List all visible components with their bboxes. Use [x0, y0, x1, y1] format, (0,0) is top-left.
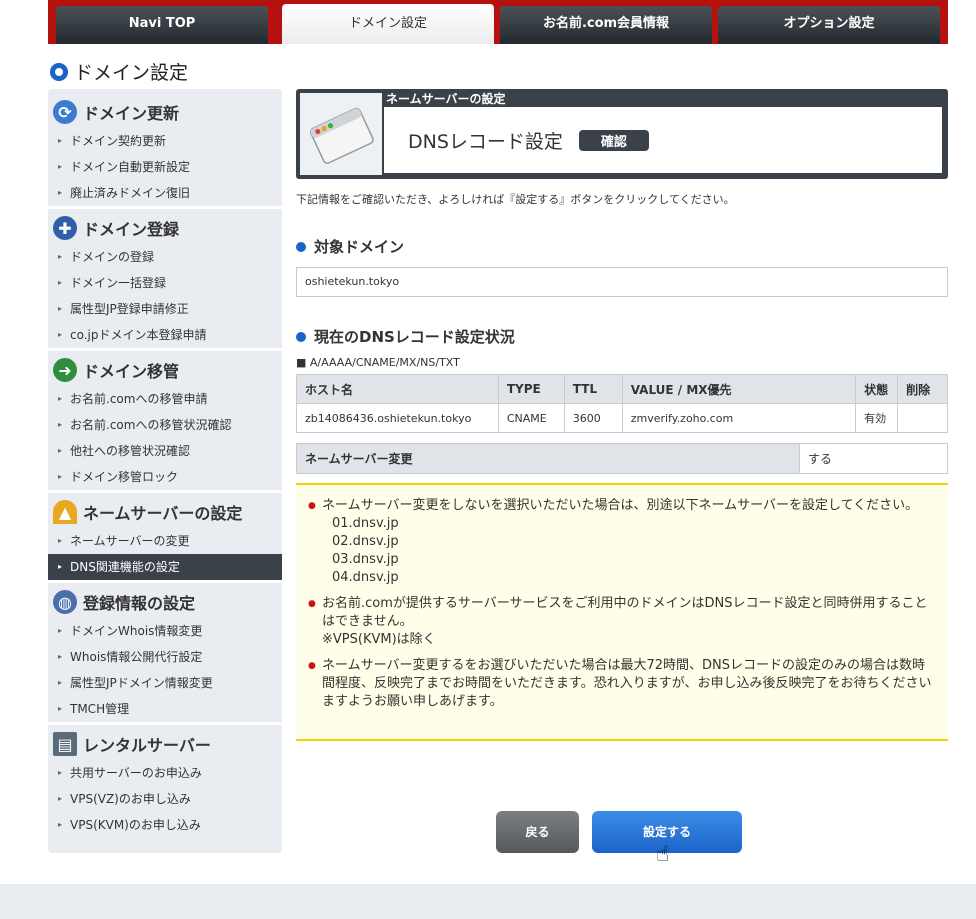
header-title: DNSレコード設定 [408, 130, 563, 153]
tab-member-info[interactable]: お名前.com会員情報 [500, 6, 712, 44]
section-title: ドメイン移管 [83, 362, 180, 381]
back-button[interactable]: 戻る [496, 811, 579, 853]
sidebar-item-vps-vz[interactable]: VPS(VZ)のお申し込み [48, 786, 282, 812]
server-icon: ▤ [53, 732, 77, 756]
plus-icon: ✚ [53, 216, 77, 240]
section-title: ネームサーバーの設定 [83, 504, 243, 523]
notice-note: ※VPS(KVM)は除く [322, 632, 436, 647]
tab-option-settings[interactable]: オプション設定 [718, 6, 940, 44]
sidebar-item-restore[interactable]: 廃止済みドメイン復旧 [48, 180, 282, 206]
sidebar-item-whois-proxy[interactable]: Whois情報公開代行設定 [48, 644, 282, 670]
page-title-text: ドメイン設定 [74, 62, 189, 84]
dns-status-heading: 現在のDNSレコード設定状況 [296, 326, 515, 347]
sidebar-item-transfer-status[interactable]: お名前.comへの移管状況確認 [48, 412, 282, 438]
sidebar-item-whois-change[interactable]: ドメインWhois情報変更 [48, 618, 282, 644]
notice-item: お名前.comが提供するサーバーサービスをご利用中のドメインはDNSレコード設定… [308, 595, 936, 649]
column-header: VALUE / MX優先 [621, 374, 857, 404]
notice-text: ネームサーバー変更するをお選びいただいた場合は最大72時間、DNSレコードの設定… [322, 658, 932, 709]
target-domain-heading: 対象ドメイン [296, 236, 404, 257]
nameserver-line: 04.dnsv.jp [332, 570, 399, 585]
top-nav: Navi TOP ドメイン設定 お名前.com会員情報 オプション設定 [48, 0, 948, 44]
footer [0, 884, 976, 919]
sidebar-item-auto-renewal[interactable]: ドメイン自動更新設定 [48, 154, 282, 180]
sidebar-section-nameserver: ▲ ネームサーバーの設定 [48, 493, 282, 531]
header-subtitle: ネームサーバーの設定 [386, 92, 506, 106]
sidebar-item-contract-renewal[interactable]: ドメイン契約更新 [48, 128, 282, 154]
sidebar-item-register[interactable]: ドメインの登録 [48, 244, 282, 270]
tab-navi-top[interactable]: Navi TOP [56, 6, 268, 44]
section-title: レンタルサーバー [83, 736, 211, 755]
heading-text: 現在のDNSレコード設定状況 [314, 328, 515, 346]
transfer-globe-icon: ➜ [53, 358, 77, 382]
table-header-row: ホスト名 TYPE TTL VALUE / MX優先 状態 削除 [296, 374, 948, 404]
title-bullet-icon [50, 62, 68, 81]
nameserver-line: 01.dnsv.jp [332, 516, 399, 531]
nameserver-line: 03.dnsv.jp [332, 552, 399, 567]
sidebar-item-bulk-register[interactable]: ドメイン一括登録 [48, 270, 282, 296]
bullet-icon [296, 331, 306, 342]
window-icon [300, 93, 382, 175]
table-row: ネームサーバー変更 する [296, 443, 948, 474]
column-header: 削除 [897, 374, 948, 404]
tab-domain-settings[interactable]: ドメイン設定 [282, 4, 494, 44]
sidebar-section-rental: ▤ レンタルサーバー [48, 725, 282, 763]
sidebar-item-transfer-in[interactable]: お名前.comへの移管申請 [48, 386, 282, 412]
target-domain-value: oshietekun.tokyo [296, 267, 948, 297]
column-header: TYPE [497, 374, 565, 404]
sidebar: ⟳ ドメイン更新 ドメイン契約更新 ドメイン自動更新設定 廃止済みドメイン復旧 … [48, 89, 282, 853]
sidebar-item-transfer-lock[interactable]: ドメイン移管ロック [48, 464, 282, 490]
sidebar-section-renewal: ⟳ ドメイン更新 [48, 93, 282, 131]
ns-change-label: ネームサーバー変更 [296, 443, 800, 474]
column-header: ホスト名 [296, 374, 499, 404]
sidebar-section-registration: ✚ ドメイン登録 [48, 209, 282, 247]
heading-text: 対象ドメイン [314, 238, 405, 256]
sidebar-section-transfer: ➜ ドメイン移管 [48, 351, 282, 389]
sidebar-item-ns-change[interactable]: ネームサーバーの変更 [48, 528, 282, 554]
sidebar-item-tmch[interactable]: TMCH管理 [48, 696, 282, 722]
dns-record-table: ホスト名 TYPE TTL VALUE / MX優先 状態 削除 zb14086… [296, 374, 948, 433]
table-row: zb14086436.oshietekun.tokyo CNAME 3600 z… [296, 403, 948, 433]
hand-cursor-icon: ☝ [656, 842, 670, 867]
ns-change-value: する [799, 443, 948, 474]
column-header: 状態 [855, 374, 899, 404]
notice-text: ネームサーバー変更をしないを選択いただいた場合は、別途以下ネームサーバーを設定し… [322, 498, 919, 513]
record-types-label: ■ A/AAAA/CNAME/MX/NS/TXT [296, 356, 460, 369]
notice-text: お名前.comが提供するサーバーサービスをご利用中のドメインはDNSレコード設定… [322, 596, 928, 629]
section-title: ドメイン登録 [83, 220, 180, 239]
sidebar-item-transfer-out[interactable]: 他社への移管状況確認 [48, 438, 282, 464]
section-header: ネームサーバーの設定 DNSレコード設定 確認 [296, 89, 948, 179]
notice-box: ネームサーバー変更をしないを選択いただいた場合は、別途以下ネームサーバーを設定し… [296, 483, 948, 741]
sidebar-section-info: ◍ 登録情報の設定 [48, 583, 282, 621]
sidebar-item-cojp[interactable]: co.jpドメイン本登録申請 [48, 322, 282, 348]
cell-type: CNAME [497, 403, 565, 433]
globe-document-icon: ◍ [53, 590, 77, 614]
status-badge: 確認 [578, 129, 649, 151]
ns-change-table: ネームサーバー変更 する [296, 443, 948, 474]
refresh-icon: ⟳ [53, 100, 77, 124]
section-title: 登録情報の設定 [83, 594, 196, 613]
sidebar-item-shared-server[interactable]: 共用サーバーのお申込み [48, 760, 282, 786]
cell-delete [897, 403, 948, 433]
nameserver-line: 02.dnsv.jp [332, 534, 399, 549]
notice-item: ネームサーバー変更をしないを選択いただいた場合は、別途以下ネームサーバーを設定し… [308, 497, 936, 587]
notice-item: ネームサーバー変更するをお選びいただいた場合は最大72時間、DNSレコードの設定… [308, 657, 936, 711]
column-header: TTL [563, 374, 623, 404]
bullet-icon [296, 241, 306, 252]
description-text: 下記情報をご確認いただき、よろしければ『設定する』ボタンをクリックしてください。 [296, 193, 735, 206]
nameserver-icon: ▲ [53, 500, 77, 524]
cell-hostname: zb14086436.oshietekun.tokyo [296, 403, 499, 433]
cell-value: zmverify.zoho.com [621, 403, 857, 433]
sidebar-item-vps-kvm[interactable]: VPS(KVM)のお申し込み [48, 812, 282, 838]
cell-status: 有効 [855, 403, 899, 433]
sidebar-item-jp-fix[interactable]: 属性型JP登録申請修正 [48, 296, 282, 322]
sidebar-item-jp-info[interactable]: 属性型JPドメイン情報変更 [48, 670, 282, 696]
page-title: ドメイン設定 [50, 58, 188, 85]
header-title-area: DNSレコード設定 確認 [384, 107, 942, 173]
sidebar-item-dns-settings[interactable]: DNS関連機能の設定 [48, 554, 282, 580]
section-title: ドメイン更新 [83, 104, 180, 123]
cell-ttl: 3600 [563, 403, 623, 433]
